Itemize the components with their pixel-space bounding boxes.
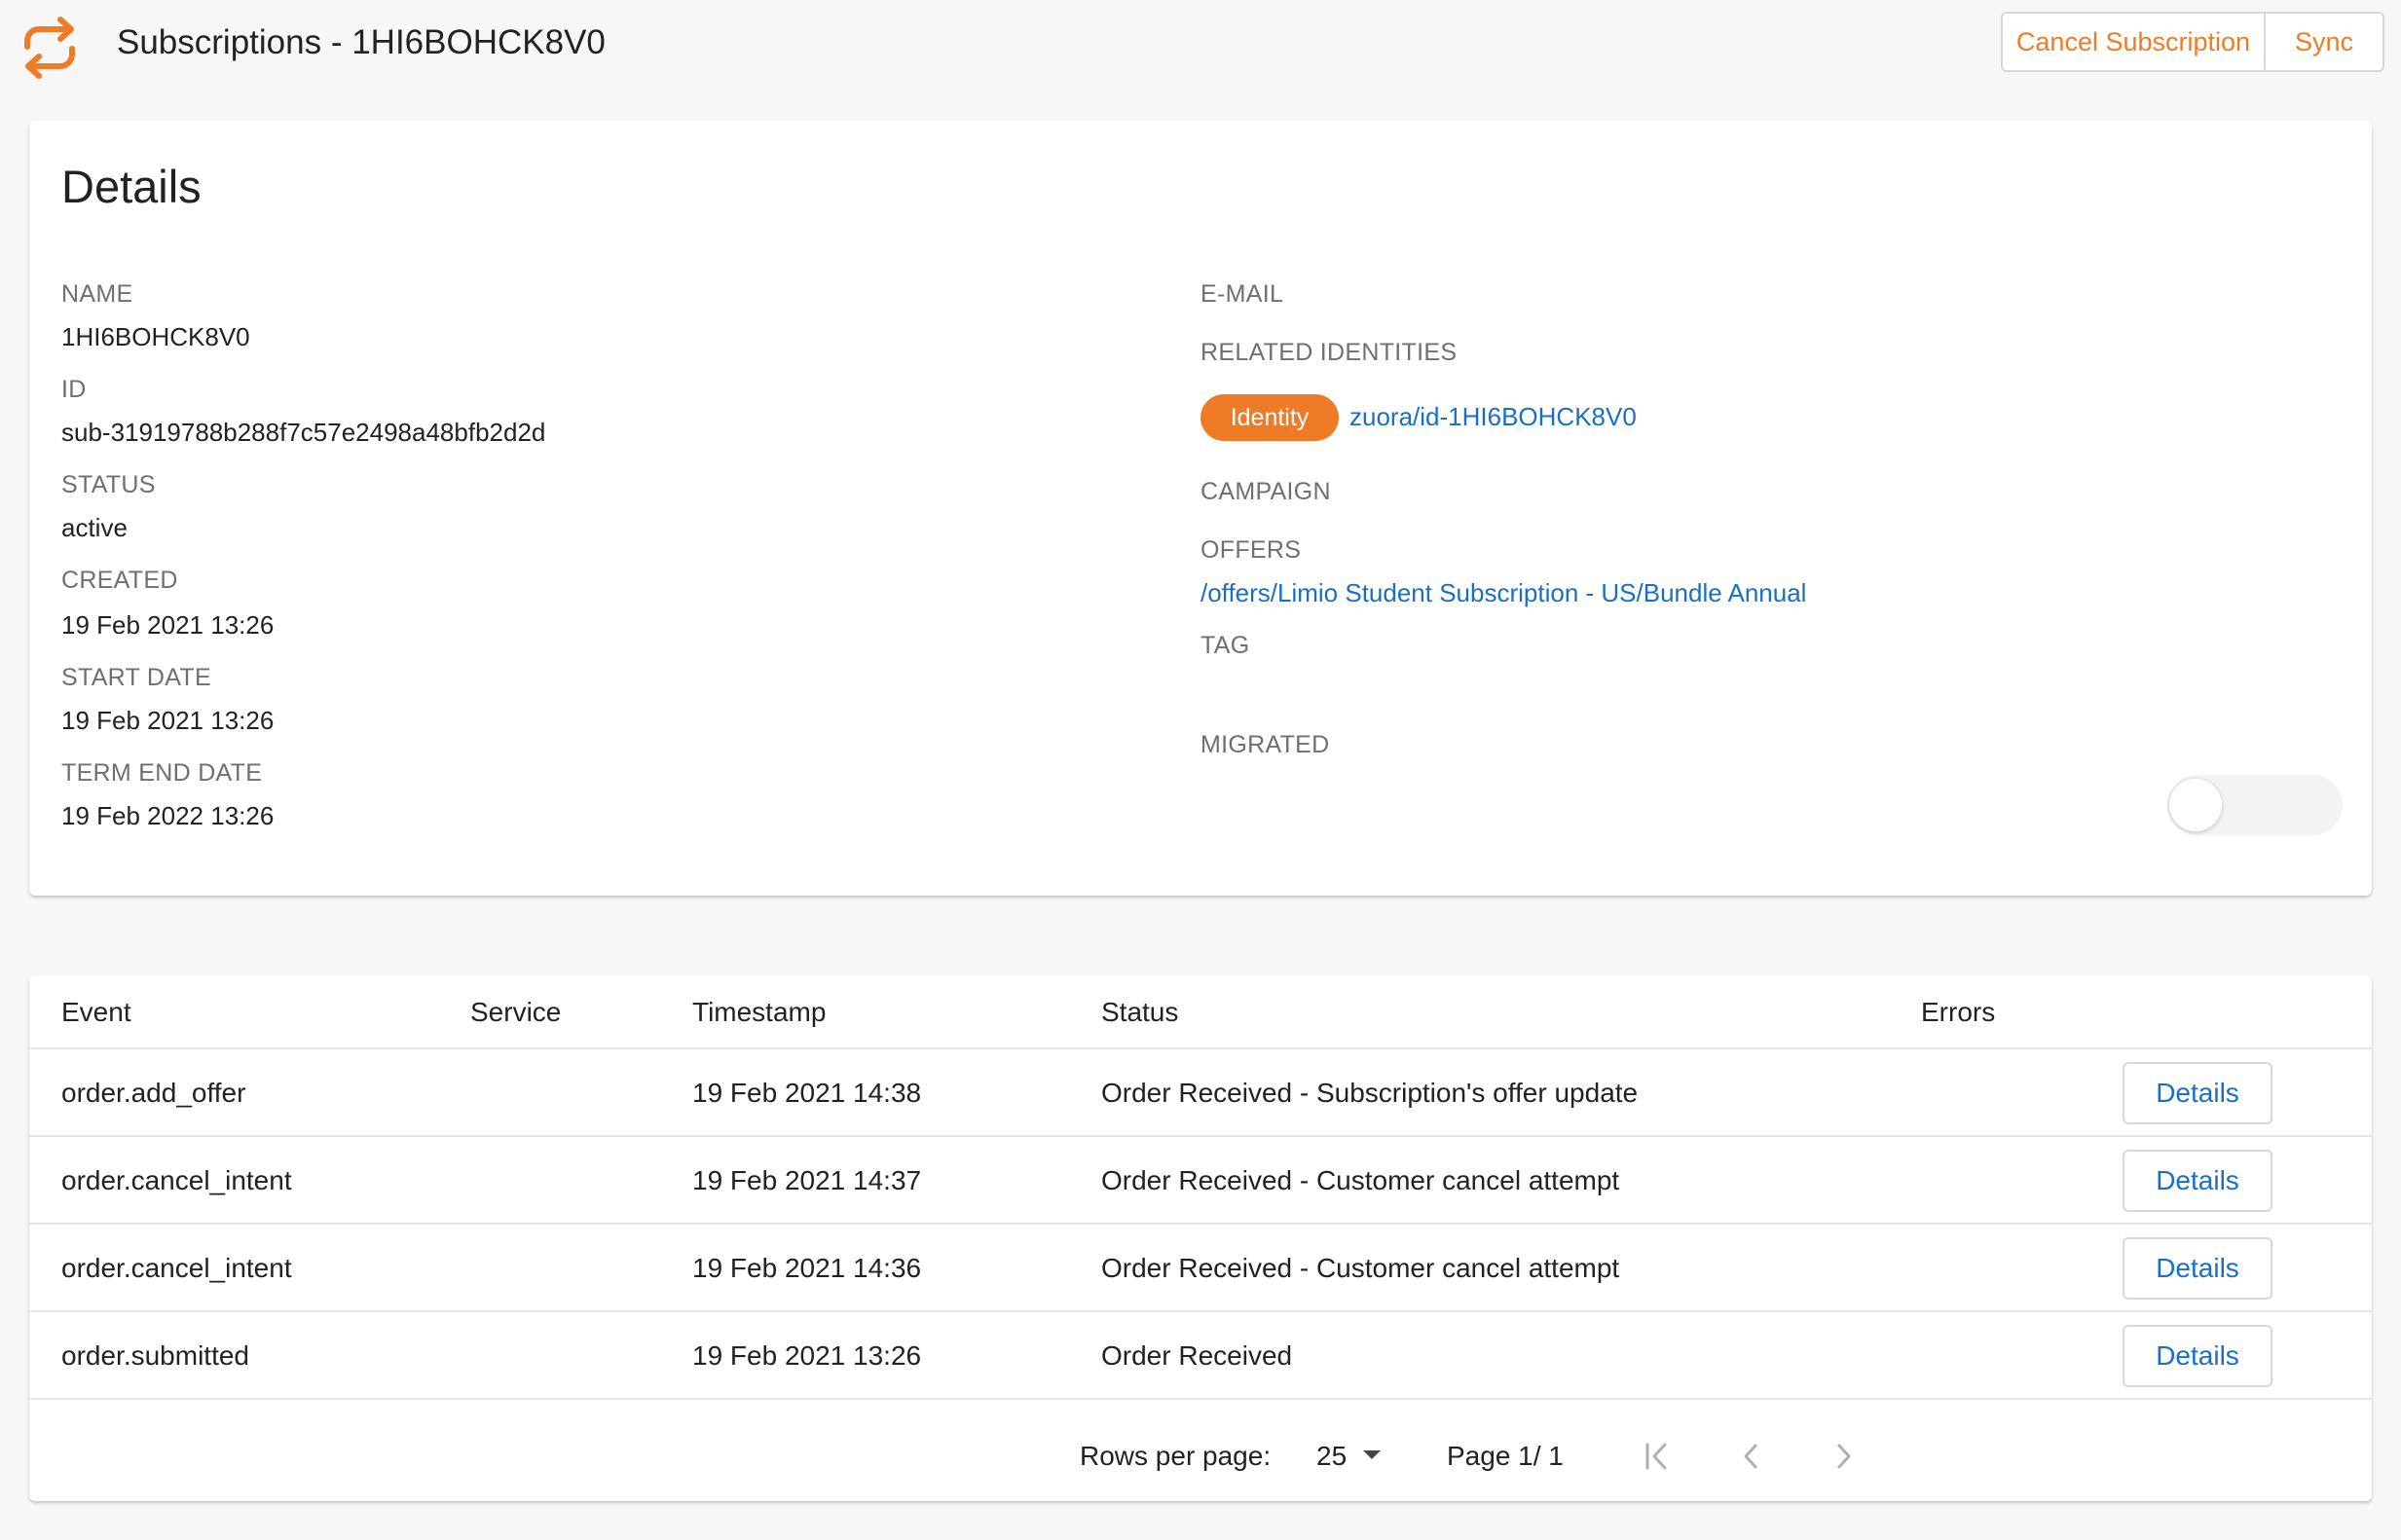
start-date-value: 19 Feb 2021 13:26 — [61, 706, 275, 735]
created-value: 19 Feb 2021 13:26 — [61, 610, 275, 640]
name-label: NAME — [61, 280, 133, 308]
events-card: Event Service Timestamp Status Errors or… — [29, 975, 2372, 1501]
rows-per-page-label: Rows per page: — [1080, 1441, 1272, 1471]
event-link[interactable]: order.cancel_intent — [61, 1163, 292, 1198]
cancel-subscription-button[interactable]: Cancel Subscription — [2003, 14, 2266, 70]
offer-link[interactable]: /offers/Limio Student Subscription - US/… — [1200, 576, 1806, 609]
rows-per-page-value: 25 — [1316, 1441, 1348, 1471]
column-header-event: Event — [61, 997, 131, 1027]
status-cell: Order Received — [1101, 1340, 1293, 1371]
page-info: Page 1/ 1 — [1447, 1441, 1564, 1471]
column-header-service: Service — [470, 997, 562, 1027]
event-link[interactable]: order.add_offer — [61, 1076, 245, 1111]
start-date-label: START DATE — [61, 664, 211, 691]
campaign-label: CAMPAIGN — [1200, 478, 1331, 505]
status-value: active — [61, 513, 128, 542]
identity-link[interactable]: zuora/id-1HI6BOHCK8V0 — [1349, 400, 1637, 433]
event-link[interactable]: order.cancel_intent — [61, 1251, 292, 1286]
sync-arrows-icon — [24, 17, 75, 79]
identity-badge: Identity — [1200, 394, 1339, 441]
table-row: order.cancel_intent 19 Feb 2021 14:37 Or… — [29, 1137, 2372, 1225]
details-button[interactable]: Details — [2123, 1325, 2272, 1387]
details-button[interactable]: Details — [2123, 1237, 2272, 1300]
header-actions: Cancel Subscription Sync — [2001, 12, 2384, 72]
table-row: order.submitted 19 Feb 2021 13:26 Order … — [29, 1312, 2372, 1400]
term-end-date-label: TERM END DATE — [61, 759, 263, 787]
timestamp-cell: 19 Feb 2021 14:37 — [692, 1165, 922, 1195]
chevron-left-icon[interactable] — [1729, 1435, 1772, 1478]
table-row: order.add_offer 19 Feb 2021 14:38 Order … — [29, 1049, 2372, 1137]
created-label: CREATED — [61, 567, 178, 594]
details-button[interactable]: Details — [2123, 1150, 2272, 1212]
toggle-knob — [2169, 779, 2222, 831]
details-heading: Details — [61, 161, 202, 212]
offers-label: OFFERS — [1200, 536, 1302, 564]
timestamp-cell: 19 Feb 2021 13:26 — [692, 1340, 922, 1371]
pagination: Rows per page: 25 Page 1/ 1 — [29, 1413, 2372, 1501]
column-header-timestamp: Timestamp — [692, 997, 827, 1027]
details-card: Details NAME 1HI6BOHCK8V0 ID sub-3191978… — [29, 121, 2372, 896]
page-title: Subscriptions - 1HI6BOHCK8V0 — [117, 23, 606, 61]
details-button[interactable]: Details — [2123, 1062, 2272, 1124]
term-end-date-value: 19 Feb 2022 13:26 — [61, 801, 275, 830]
name-value: 1HI6BOHCK8V0 — [61, 322, 250, 351]
column-header-status: Status — [1101, 997, 1179, 1027]
migrated-toggle[interactable] — [2167, 775, 2343, 835]
status-cell: Order Received - Customer cancel attempt — [1101, 1165, 1620, 1195]
event-link[interactable]: order.submitted — [61, 1338, 249, 1374]
id-value: sub-31919788b288f7c57e2498a48bfb2d2d — [61, 418, 546, 447]
table-header-row: Event Service Timestamp Status Errors — [29, 975, 2372, 1049]
column-header-errors: Errors — [1921, 997, 1996, 1027]
page-header: Subscriptions - 1HI6BOHCK8V0 Cancel Subs… — [0, 0, 2401, 97]
related-identities-label: RELATED IDENTITIES — [1200, 339, 1458, 366]
rows-per-page-select[interactable]: 25 — [1307, 1435, 1394, 1478]
status-cell: Order Received - Customer cancel attempt — [1101, 1253, 1620, 1283]
tag-label: TAG — [1200, 632, 1250, 659]
id-label: ID — [61, 376, 87, 403]
chevron-right-icon[interactable] — [1823, 1435, 1865, 1478]
status-label: STATUS — [61, 471, 156, 498]
caret-down-icon — [1363, 1450, 1381, 1459]
timestamp-cell: 19 Feb 2021 14:36 — [692, 1253, 922, 1283]
status-cell: Order Received - Subscription's offer up… — [1101, 1078, 1639, 1108]
timestamp-cell: 19 Feb 2021 14:38 — [692, 1078, 922, 1108]
table-row: order.cancel_intent 19 Feb 2021 14:36 Or… — [29, 1225, 2372, 1312]
sync-button[interactable]: Sync — [2266, 14, 2383, 70]
email-label: E-MAIL — [1200, 280, 1284, 308]
first-page-icon[interactable] — [1636, 1435, 1679, 1478]
migrated-label: MIGRATED — [1200, 731, 1330, 758]
